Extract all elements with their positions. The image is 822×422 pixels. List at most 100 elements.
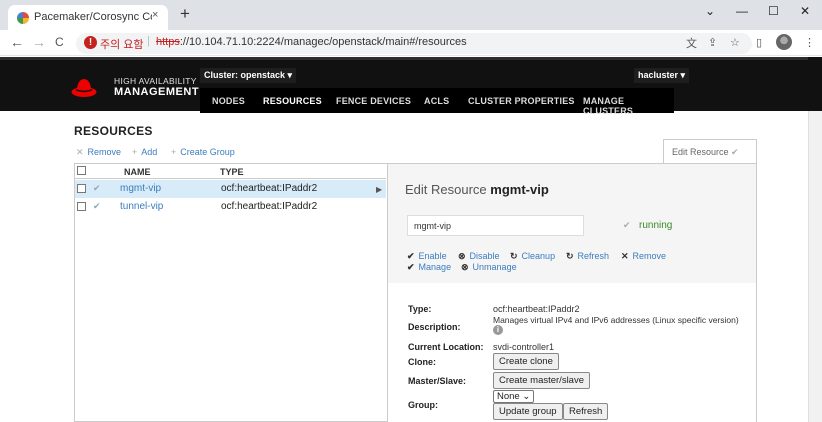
page-title: RESOURCES <box>74 124 153 138</box>
select-all-checkbox[interactable] <box>77 166 86 175</box>
create-group-plus-icon: + <box>171 147 177 157</box>
new-tab-button[interactable]: + <box>180 5 190 22</box>
enable-label: Enable <box>418 251 447 261</box>
resource-name-link[interactable]: mgmt-vip <box>120 183 161 194</box>
tab-close-icon[interactable]: × <box>152 9 158 21</box>
url-text[interactable]: https://10.104.71.10:2224/managec/openst… <box>156 36 467 48</box>
master-slave-label: Master/Slave: <box>408 376 467 386</box>
back-icon[interactable]: ← <box>10 34 24 50</box>
remove-action-label: Remove <box>632 251 667 261</box>
type-value: ocf:heartbeat:IPaddr2 <box>493 304 580 314</box>
browser-menu-icon[interactable]: ⋮ <box>804 36 815 49</box>
info-icon[interactable]: i <box>493 325 503 335</box>
current-location-label: Current Location: <box>408 342 484 352</box>
resource-name-link[interactable]: tunnel-vip <box>120 201 163 212</box>
nav-manage-clusters[interactable]: MANAGE CLUSTERS <box>583 96 674 116</box>
create-clone-button[interactable]: Create clone <box>493 353 559 370</box>
row-checkbox[interactable] <box>77 202 86 211</box>
edit-resource-heading: Edit Resource mgmt-vip <box>405 182 549 197</box>
reload-icon[interactable]: C <box>55 35 64 49</box>
type-label: Type: <box>408 304 432 314</box>
brand-line-2: MANAGEMENT <box>114 86 200 98</box>
refresh-group-button[interactable]: Refresh <box>563 403 609 420</box>
browser-toolbar: ← → C ! 주의 요함 | https://10.104.71.10:222… <box>0 30 822 56</box>
remove-resource-action-button[interactable]: ✕ Remove <box>621 251 666 262</box>
refresh-label: Refresh <box>577 251 610 261</box>
edit-heading-prefix: Edit Resource <box>405 182 487 197</box>
group-select[interactable]: None ⌄ <box>493 390 535 403</box>
nav-fence-devices[interactable]: FENCE DEVICES <box>336 96 411 106</box>
group-label: Group: <box>408 400 438 410</box>
side-panel-icon[interactable]: ▯ <box>756 36 762 49</box>
disable-label: Disable <box>469 251 500 261</box>
manage-label: Manage <box>418 262 452 272</box>
edit-tab-check-icon: ✔ <box>731 147 739 157</box>
row-checkbox[interactable] <box>77 184 86 193</box>
resource-status: running <box>639 220 673 231</box>
nav-cluster-properties[interactable]: CLUSTER PROPERTIES <box>468 96 575 106</box>
bookmark-star-icon[interactable]: ☆ <box>730 36 740 49</box>
security-warning[interactable]: 주의 요함 <box>100 36 144 52</box>
user-menu[interactable]: hacluster ▾ <box>634 68 690 83</box>
translate-icon[interactable]: 文 <box>686 35 697 51</box>
create-master-slave-button[interactable]: Create master/slave <box>493 372 591 389</box>
create-group-label: Create Group <box>180 147 235 157</box>
forward-icon[interactable]: → <box>32 34 46 50</box>
cleanup-button[interactable]: ↻ Cleanup <box>510 251 555 262</box>
disable-circle-x-icon: ⊗ <box>458 251 466 261</box>
browser-tab-strip: Pacemaker/Corosync Configurat × + ⌄ — ☐ … <box>0 0 822 30</box>
browser-tab[interactable]: Pacemaker/Corosync Configurat × <box>8 5 168 30</box>
profile-avatar[interactable] <box>776 34 792 50</box>
row-status-check-icon: ✔ <box>93 201 101 211</box>
warning-icon: ! <box>84 36 97 49</box>
remove-resource-button[interactable]: ✕ Remove <box>76 147 121 158</box>
share-icon[interactable]: ⇪ <box>708 36 717 49</box>
create-group-button[interactable]: + Create Group <box>171 147 235 157</box>
app-header: HIGH AVAILABILITY MANAGEMENT Cluster: op… <box>0 57 822 116</box>
column-header-type: TYPE <box>220 167 244 177</box>
scrollbar-top-cap <box>808 57 822 111</box>
resource-name-field[interactable]: mgmt-vip <box>407 215 584 236</box>
table-row[interactable]: ✔ tunnel-vip ocf:heartbeat:IPaddr2 <box>75 198 386 216</box>
update-group-button[interactable]: Update group <box>493 403 563 420</box>
edit-tab-label: Edit Resource <box>672 147 729 157</box>
table-row[interactable]: ✔ mgmt-vip ocf:heartbeat:IPaddr2 <box>75 180 386 198</box>
tab-title: Pacemaker/Corosync Configurat <box>34 11 152 23</box>
address-bar[interactable]: ! 주의 요함 | https://10.104.71.10:2224/mana… <box>76 33 752 54</box>
description-value: Manages virtual IPv4 and IPv6 addresses … <box>493 315 739 325</box>
add-plus-icon: + <box>132 147 138 157</box>
brand-line-1: HIGH AVAILABILITY <box>114 76 197 86</box>
unmanage-circle-x-icon: ⊗ <box>461 262 469 272</box>
nav-resources[interactable]: RESOURCES <box>263 96 322 106</box>
disable-button[interactable]: ⊗ Disable <box>458 251 500 262</box>
page-scrollbar[interactable] <box>808 111 822 422</box>
add-label: Add <box>141 147 158 157</box>
manage-button[interactable]: ✔ Manage <box>407 262 451 273</box>
maximize-button[interactable]: ☐ <box>768 4 779 18</box>
column-header-name: NAME <box>124 167 151 177</box>
nav-acls[interactable]: ACLS <box>424 96 449 106</box>
description-label: Description: <box>408 322 461 332</box>
main-nav: NODES RESOURCES FENCE DEVICES ACLS CLUST… <box>200 88 674 116</box>
resource-type: ocf:heartbeat:IPaddr2 <box>221 201 318 212</box>
nav-nodes[interactable]: NODES <box>212 96 245 106</box>
tab-search-icon[interactable]: ⌄ <box>705 4 715 18</box>
edit-resource-tab[interactable]: Edit Resource ✔ <box>663 139 757 163</box>
close-window-button[interactable]: ✕ <box>800 4 810 18</box>
cleanup-label: Cleanup <box>521 251 556 261</box>
cluster-selector[interactable]: Cluster: openstack ▾ <box>200 68 297 83</box>
row-status-check-icon: ✔ <box>93 183 101 193</box>
enable-check-icon: ✔ <box>407 251 415 261</box>
enable-button[interactable]: ✔ Enable <box>407 251 447 262</box>
status-check-icon: ✔ <box>623 220 631 230</box>
current-location-value: svdi-controller1 <box>493 342 555 352</box>
remove-x-icon: ✕ <box>621 251 629 261</box>
edit-heading-resource: mgmt-vip <box>490 182 549 197</box>
list-header-divider <box>75 178 386 179</box>
pacemaker-favicon-icon <box>17 12 29 24</box>
refresh-resource-button[interactable]: ↻ Refresh <box>566 251 609 262</box>
url-divider: | <box>147 35 150 47</box>
minimize-button[interactable]: — <box>736 4 748 18</box>
add-resource-button[interactable]: + Add <box>132 147 157 157</box>
unmanage-button[interactable]: ⊗ Unmanage <box>461 262 517 273</box>
